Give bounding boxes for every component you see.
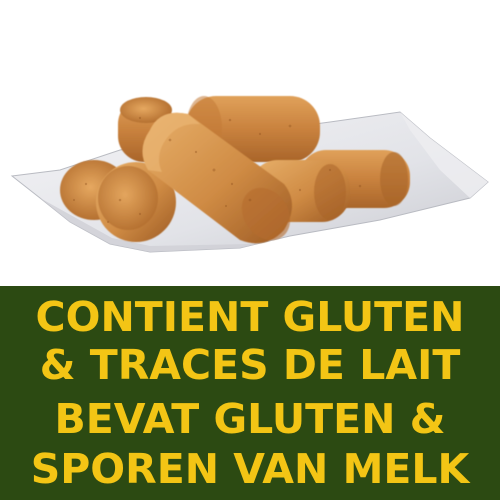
croquettes-illustration [10, 96, 489, 253]
croquettes-photo [0, 0, 500, 286]
allergen-banner: CONTIENT GLUTEN & TRACES DE LAIT BEVAT G… [0, 286, 500, 500]
allergen-text-fr-line-1: CONTIENT GLUTEN [35, 293, 465, 341]
allergen-text-fr-line-2: & TRACES DE LAIT [39, 341, 461, 389]
product-allergen-card: CONTIENT GLUTEN & TRACES DE LAIT BEVAT G… [0, 0, 500, 500]
allergen-text-nl-line-2: SPOREN VAN MELK [30, 445, 470, 493]
allergen-text-nl-line-1: BEVAT GLUTEN & [54, 395, 446, 443]
